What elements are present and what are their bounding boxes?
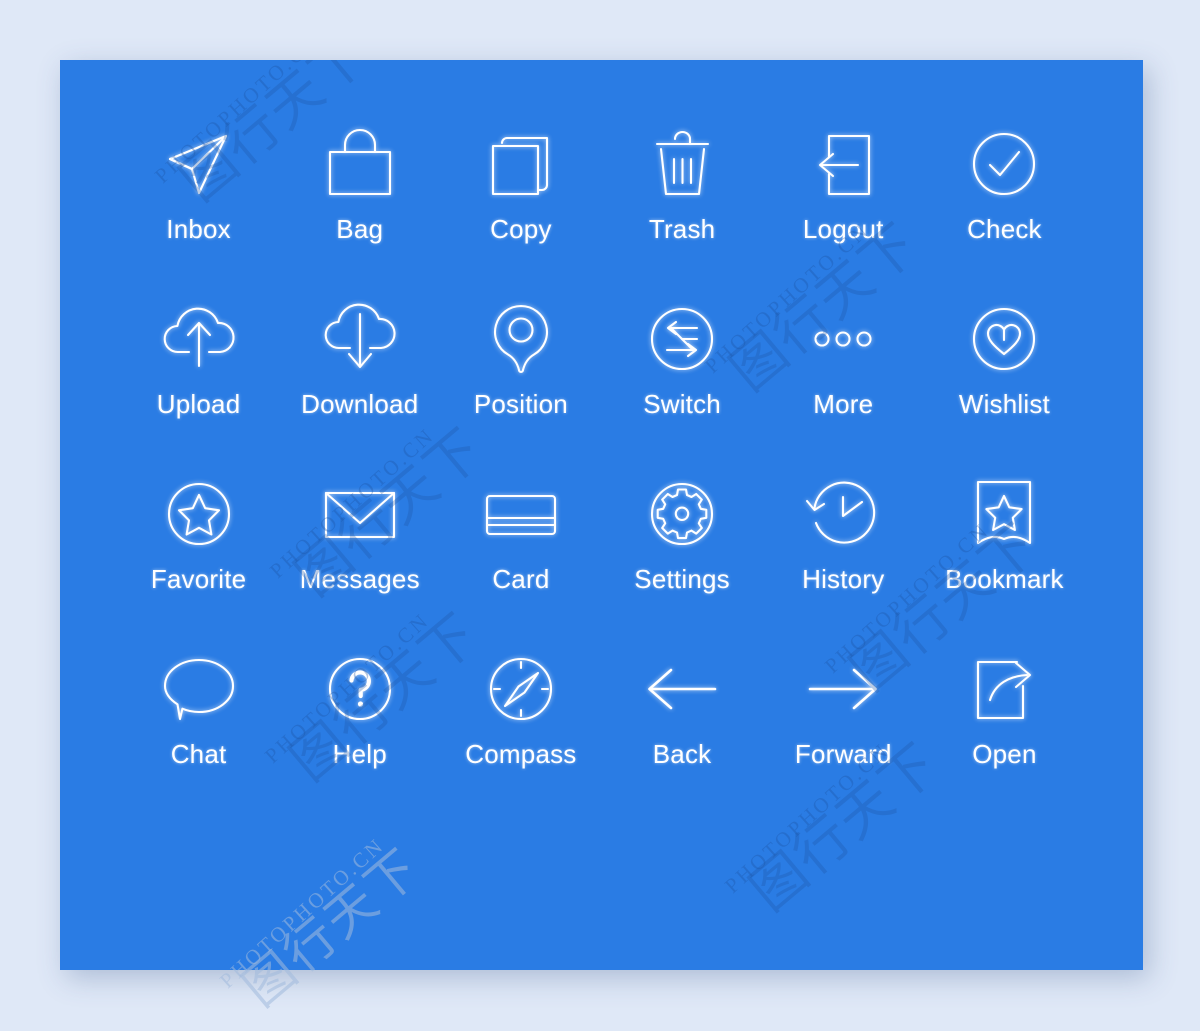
icon-cell-download[interactable]: Download — [279, 293, 440, 468]
icon-label: Card — [492, 564, 550, 594]
icon-cell-bookmark[interactable]: Bookmark — [924, 468, 1085, 643]
icon-label: Inbox — [166, 214, 231, 244]
switch-arrows-circle-icon[interactable] — [636, 293, 728, 385]
icon-cell-history[interactable]: History — [763, 468, 924, 643]
icon-label: Position — [473, 389, 568, 419]
map-pin-icon[interactable] — [475, 293, 567, 385]
star-circle-icon[interactable] — [153, 468, 245, 560]
gear-circle-icon[interactable] — [636, 468, 728, 560]
icon-label: Copy — [490, 214, 552, 244]
icon-set-panel: PHOTOPHOTO.CN 图行天下 PHOTOPHOTO.CN 图行天下 PH… — [60, 60, 1143, 970]
cloud-upload-icon[interactable] — [153, 293, 245, 385]
icon-label: Upload — [156, 389, 241, 419]
icon-cell-check[interactable]: Check — [924, 118, 1085, 293]
icon-cell-more[interactable]: More — [763, 293, 924, 468]
icon-label: Messages — [299, 564, 420, 594]
question-circle-icon[interactable] — [314, 643, 406, 735]
icon-label: Compass — [465, 739, 577, 769]
more-dots-icon[interactable] — [797, 293, 889, 385]
speech-bubble-icon[interactable] — [153, 643, 245, 735]
icon-label: Favorite — [150, 564, 247, 594]
envelope-icon[interactable] — [314, 468, 406, 560]
icon-label: Open — [972, 739, 1037, 769]
icon-cell-compass[interactable]: Compass — [440, 643, 601, 818]
icon-label: Switch — [643, 389, 721, 419]
heart-circle-icon[interactable] — [958, 293, 1050, 385]
icon-cell-messages[interactable]: Messages — [279, 468, 440, 643]
trash-icon[interactable] — [636, 118, 728, 210]
icon-label: Check — [967, 214, 1042, 244]
icon-cell-favorite[interactable]: Favorite — [118, 468, 279, 643]
icon-label: Trash — [648, 214, 716, 244]
compass-icon[interactable] — [475, 643, 567, 735]
arrow-right-icon[interactable] — [797, 643, 889, 735]
screenshot-stage: PHOTOPHOTO.CN 图行天下 PHOTOPHOTO.CN 图行天下 PH… — [0, 0, 1200, 1031]
icon-cell-back[interactable]: Back — [602, 643, 763, 818]
icon-cell-settings[interactable]: Settings — [602, 468, 763, 643]
icon-cell-open[interactable]: Open — [924, 643, 1085, 818]
paper-plane-icon[interactable] — [153, 118, 245, 210]
icon-label: Download — [301, 389, 419, 419]
icon-label: Back — [652, 739, 712, 769]
open-external-icon[interactable] — [958, 643, 1050, 735]
icon-cell-forward[interactable]: Forward — [763, 643, 924, 818]
clock-rotate-icon[interactable] — [797, 468, 889, 560]
icon-label: Wishlist — [958, 389, 1050, 419]
icon-cell-position[interactable]: Position — [440, 293, 601, 468]
icon-cell-upload[interactable]: Upload — [118, 293, 279, 468]
icon-label: Chat — [170, 739, 227, 769]
icon-cell-copy[interactable]: Copy — [440, 118, 601, 293]
copy-icon[interactable] — [475, 118, 567, 210]
icon-cell-chat[interactable]: Chat — [118, 643, 279, 818]
check-circle-icon[interactable] — [958, 118, 1050, 210]
icon-cell-logout[interactable]: Logout — [763, 118, 924, 293]
icon-label: Forward — [794, 739, 892, 769]
logout-icon[interactable] — [797, 118, 889, 210]
icon-cell-help[interactable]: Help — [279, 643, 440, 818]
icon-label: History — [802, 564, 885, 594]
icon-label: Bookmark — [945, 564, 1064, 594]
icon-label: Settings — [634, 564, 730, 594]
icon-cell-trash[interactable]: Trash — [602, 118, 763, 293]
icon-cell-card[interactable]: Card — [440, 468, 601, 643]
shopping-bag-icon[interactable] — [314, 118, 406, 210]
icon-label: More — [813, 389, 874, 419]
arrow-left-icon[interactable] — [636, 643, 728, 735]
icon-label: Help — [332, 739, 387, 769]
icon-cell-wishlist[interactable]: Wishlist — [924, 293, 1085, 468]
credit-card-icon[interactable] — [475, 468, 567, 560]
cloud-download-icon[interactable] — [314, 293, 406, 385]
icon-cell-inbox[interactable]: Inbox — [118, 118, 279, 293]
icon-label: Bag — [336, 214, 384, 244]
icon-label: Logout — [802, 214, 884, 244]
icon-cell-bag[interactable]: Bag — [279, 118, 440, 293]
icon-grid: Inbox Bag Copy Trash Logout Check Upload… — [60, 60, 1143, 970]
bookmark-star-icon[interactable] — [958, 468, 1050, 560]
icon-cell-switch[interactable]: Switch — [602, 293, 763, 468]
